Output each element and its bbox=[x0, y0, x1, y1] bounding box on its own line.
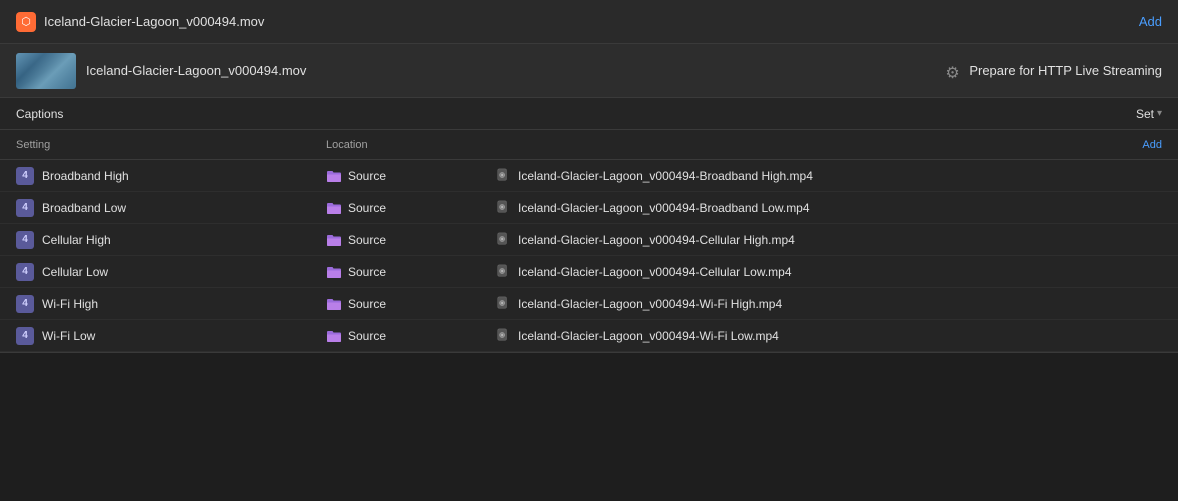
prepare-http-button[interactable]: Prepare for HTTP Live Streaming bbox=[969, 63, 1162, 78]
captions-label: Captions bbox=[16, 107, 63, 121]
cell-setting: 4 Broadband High bbox=[16, 167, 326, 185]
file-icon bbox=[496, 168, 512, 184]
setting-name: Wi-Fi High bbox=[42, 297, 98, 311]
setting-badge: 4 bbox=[16, 327, 34, 345]
cell-location: Source bbox=[326, 201, 496, 215]
file-icon bbox=[496, 264, 512, 280]
folder-icon bbox=[326, 201, 342, 215]
setting-badge: 4 bbox=[16, 263, 34, 281]
chevron-down-icon: ▾ bbox=[1157, 108, 1162, 119]
file-icon bbox=[496, 200, 512, 216]
file-header-left: Iceland-Glacier-Lagoon_v000494.mov bbox=[16, 53, 306, 89]
col-header-add[interactable]: Add bbox=[496, 139, 1162, 151]
filename-text: Iceland-Glacier-Lagoon_v000494-Broadband… bbox=[518, 169, 813, 183]
cell-setting: 4 Cellular High bbox=[16, 231, 326, 249]
location-name: Source bbox=[348, 169, 386, 183]
title-add-button[interactable]: Add bbox=[1139, 14, 1162, 29]
cell-location: Source bbox=[326, 297, 496, 311]
captions-header: Captions Set ▾ bbox=[0, 98, 1178, 130]
setting-badge: 4 bbox=[16, 167, 34, 185]
setting-badge: 4 bbox=[16, 199, 34, 217]
filename-text: Iceland-Glacier-Lagoon_v000494-Cellular … bbox=[518, 265, 792, 279]
cell-location: Source bbox=[326, 329, 496, 343]
title-bar: ⬡ Iceland-Glacier-Lagoon_v000494.mov Add bbox=[0, 0, 1178, 44]
file-header-right[interactable]: ⚙ Prepare for HTTP Live Streaming bbox=[945, 63, 1162, 79]
file-icon bbox=[496, 328, 512, 344]
table-row[interactable]: 4 Wi-Fi Low Source Iceland-Glacier-Lagoo… bbox=[0, 320, 1178, 352]
location-name: Source bbox=[348, 329, 386, 343]
filename-text: Iceland-Glacier-Lagoon_v000494-Wi-Fi Hig… bbox=[518, 297, 782, 311]
set-label: Set bbox=[1136, 107, 1154, 121]
table-row[interactable]: 4 Cellular Low Source Iceland-Glacier-La… bbox=[0, 256, 1178, 288]
table-row[interactable]: 4 Broadband Low Source Iceland-Glacier-L… bbox=[0, 192, 1178, 224]
table-row[interactable]: 4 Cellular High Source Iceland-Glacier-L… bbox=[0, 224, 1178, 256]
setting-name: Cellular High bbox=[42, 233, 111, 247]
cell-location: Source bbox=[326, 233, 496, 247]
cell-location: Source bbox=[326, 265, 496, 279]
table-header: Setting Location Add bbox=[0, 130, 1178, 160]
file-icon bbox=[496, 232, 512, 248]
folder-icon bbox=[326, 233, 342, 247]
set-button[interactable]: Set ▾ bbox=[1136, 107, 1162, 121]
file-thumbnail bbox=[16, 53, 76, 89]
cell-filename: Iceland-Glacier-Lagoon_v000494-Broadband… bbox=[496, 168, 1162, 184]
location-name: Source bbox=[348, 265, 386, 279]
table-body: 4 Broadband High Source Iceland-Glacier-… bbox=[0, 160, 1178, 352]
cell-filename: Iceland-Glacier-Lagoon_v000494-Cellular … bbox=[496, 232, 1162, 248]
cell-location: Source bbox=[326, 169, 496, 183]
file-header: Iceland-Glacier-Lagoon_v000494.mov ⚙ Pre… bbox=[0, 44, 1178, 98]
cell-filename: Iceland-Glacier-Lagoon_v000494-Cellular … bbox=[496, 264, 1162, 280]
cell-filename: Iceland-Glacier-Lagoon_v000494-Broadband… bbox=[496, 200, 1162, 216]
table-row[interactable]: 4 Wi-Fi High Source Iceland-Glacier-Lago… bbox=[0, 288, 1178, 320]
cell-filename: Iceland-Glacier-Lagoon_v000494-Wi-Fi Low… bbox=[496, 328, 1162, 344]
setting-name: Broadband Low bbox=[42, 201, 126, 215]
title-bar-left: ⬡ Iceland-Glacier-Lagoon_v000494.mov bbox=[16, 12, 264, 32]
cell-setting: 4 Broadband Low bbox=[16, 199, 326, 217]
setting-name: Wi-Fi Low bbox=[42, 329, 95, 343]
captions-section: Captions Set ▾ Setting Location Add 4 Br… bbox=[0, 98, 1178, 353]
filename-text: Iceland-Glacier-Lagoon_v000494-Broadband… bbox=[518, 201, 810, 215]
cell-setting: 4 Wi-Fi High bbox=[16, 295, 326, 313]
location-name: Source bbox=[348, 233, 386, 247]
table-row[interactable]: 4 Broadband High Source Iceland-Glacier-… bbox=[0, 160, 1178, 192]
cell-setting: 4 Wi-Fi Low bbox=[16, 327, 326, 345]
cell-setting: 4 Cellular Low bbox=[16, 263, 326, 281]
folder-icon bbox=[326, 329, 342, 343]
setting-name: Broadband High bbox=[42, 169, 129, 183]
bottom-area bbox=[0, 353, 1178, 501]
setting-badge: 4 bbox=[16, 295, 34, 313]
title-bar-title: Iceland-Glacier-Lagoon_v000494.mov bbox=[44, 14, 264, 29]
cell-filename: Iceland-Glacier-Lagoon_v000494-Wi-Fi Hig… bbox=[496, 296, 1162, 312]
file-icon bbox=[496, 296, 512, 312]
col-header-location: Location bbox=[326, 139, 496, 151]
filename-text: Iceland-Glacier-Lagoon_v000494-Wi-Fi Low… bbox=[518, 329, 779, 343]
app-icon: ⬡ bbox=[16, 12, 36, 32]
folder-icon bbox=[326, 169, 342, 183]
col-header-setting: Setting bbox=[16, 139, 326, 151]
gear-icon[interactable]: ⚙ bbox=[945, 63, 961, 79]
filename-text: Iceland-Glacier-Lagoon_v000494-Cellular … bbox=[518, 233, 795, 247]
location-name: Source bbox=[348, 297, 386, 311]
folder-icon bbox=[326, 265, 342, 279]
folder-icon bbox=[326, 297, 342, 311]
location-name: Source bbox=[348, 201, 386, 215]
setting-badge: 4 bbox=[16, 231, 34, 249]
setting-name: Cellular Low bbox=[42, 265, 108, 279]
file-name-label: Iceland-Glacier-Lagoon_v000494.mov bbox=[86, 63, 306, 78]
